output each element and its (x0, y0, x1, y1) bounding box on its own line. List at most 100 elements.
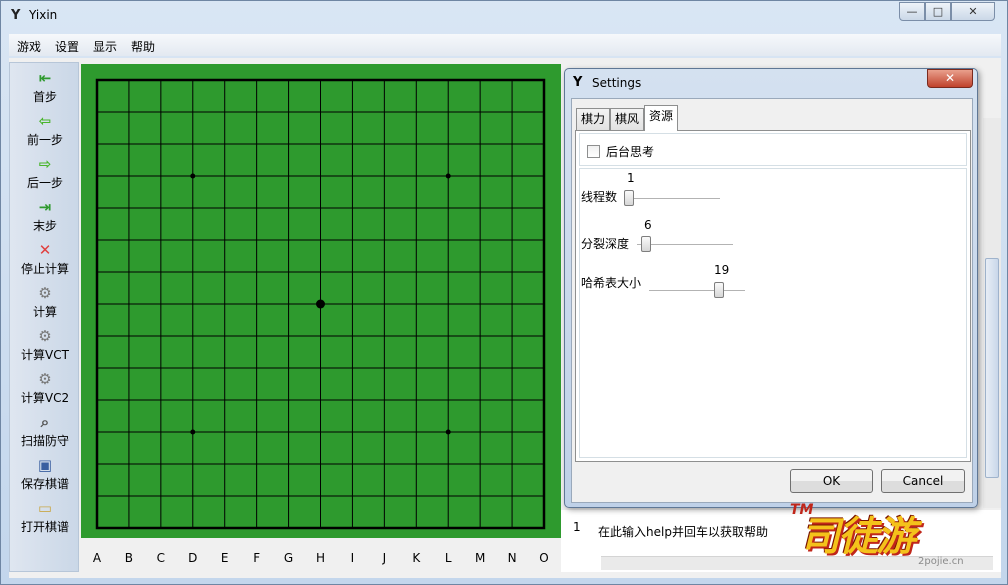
hash-size-slider-thumb[interactable] (713, 282, 724, 298)
gear-icon: ⚙ (38, 327, 52, 345)
toolbar-button-label: 首步 (32, 90, 57, 104)
toolbar-button-5[interactable]: ✕ 停止计算 (10, 239, 80, 281)
settings-close-button[interactable]: ✕ (927, 69, 973, 88)
background-thinking-label[interactable]: 后台思考 (606, 143, 654, 160)
watermark-site: 2pojie.cn (918, 556, 964, 567)
column-label-e: E (220, 551, 229, 565)
cancel-button[interactable]: Cancel (881, 469, 965, 493)
toolbar-button-6[interactable]: ⚙ 计算 (10, 282, 80, 324)
column-label-f: F (253, 551, 261, 565)
settings-body: 棋力 棋风 资源 后台思考 线程数 1 分裂深度 6 哈希表大小 19 OK C… (571, 98, 973, 503)
toolbar-button-10[interactable]: ▣ 保存棋谱 (10, 454, 80, 496)
left-toolbar: ⇤ 首步 ⇦ 前一步 ⇨ 后一步 ⇥ 末步 ✕ 停止计算 ⚙ 计算 ⚙ 计算VCT ⚙ 计算VC2 ⌕ 扫描防守 ▣… (9, 62, 79, 572)
column-label-c: C (156, 551, 166, 565)
threads-slider-thumb[interactable] (624, 190, 634, 206)
center-point (316, 299, 325, 309)
tab-strength[interactable]: 棋力 (576, 108, 611, 130)
title-bar[interactable]: Y Yixin — □ ✕ (1, 1, 1007, 31)
toolbar-button-2[interactable]: ⇦ 前一步 (10, 110, 80, 152)
toolbar-button-label: 末步 (32, 219, 57, 233)
star-point (445, 173, 451, 179)
stop-icon: ✕ (38, 241, 52, 259)
resources-tab-page: 后台思考 线程数 1 分裂深度 6 哈希表大小 19 (575, 130, 971, 462)
settings-title: Settings (592, 76, 642, 90)
tab-style[interactable]: 棋风 (610, 108, 645, 130)
magnifier-icon: ⌕ (40, 413, 50, 431)
threads-label: 线程数 (581, 190, 618, 204)
toolbar-button-label: 打开棋谱 (20, 520, 69, 534)
split-depth-label: 分裂深度 (581, 237, 630, 251)
settings-dialog: Y Settings ✕ 棋力 棋风 资源 后台思考 线程数 1 分裂深度 6 (564, 68, 978, 508)
tab-resources[interactable]: 资源 (644, 105, 679, 131)
settings-app-icon: Y (573, 75, 583, 90)
threads-slider-track[interactable] (624, 198, 720, 200)
column-label-g: G (283, 551, 294, 565)
console-input-hint[interactable]: 在此输入help并回车以获取帮助 (598, 523, 768, 540)
vertical-scrollbar[interactable] (983, 118, 1001, 508)
toolbar-button-label: 停止计算 (20, 262, 69, 276)
minimize-button[interactable]: — (899, 2, 925, 21)
toolbar-button-3[interactable]: ⇨ 后一步 (10, 153, 80, 195)
ok-button[interactable]: OK (790, 469, 873, 493)
toolbar-button-7[interactable]: ⚙ 计算VCT (10, 325, 80, 367)
toolbar-button-label: 扫描防守 (20, 434, 69, 448)
toolbar-button-label: 后一步 (26, 176, 63, 190)
watermark-logo: 司徒游 (800, 514, 916, 560)
column-label-m: M (474, 551, 486, 565)
maximize-button[interactable]: □ (925, 2, 951, 21)
column-label-l: L (444, 551, 452, 565)
next-step-icon: ⇨ (38, 155, 52, 173)
hash-size-value: 19 (714, 263, 730, 277)
threads-value: 1 (627, 171, 635, 185)
menu-display[interactable]: 显示 (93, 38, 117, 55)
app-icon: Y (11, 8, 21, 23)
board-grid[interactable] (81, 64, 561, 538)
column-labels: A B C D E F G H I J K L M N O (81, 551, 561, 567)
hash-size-slider-track[interactable] (649, 290, 745, 292)
menu-help[interactable]: 帮助 (131, 38, 155, 55)
column-label-h: H (315, 551, 326, 565)
toolbar-button-8[interactable]: ⚙ 计算VC2 (10, 368, 80, 410)
column-label-j: J (382, 551, 387, 565)
toolbar-button-label: 计算 (32, 305, 57, 319)
close-button[interactable]: ✕ (951, 2, 995, 21)
toolbar-button-11[interactable]: ▭ 打开棋谱 (10, 497, 80, 539)
column-label-a: A (92, 551, 102, 565)
column-label-k: K (412, 551, 421, 565)
split-depth-value: 6 (644, 218, 652, 232)
menu-game[interactable]: 游戏 (17, 38, 41, 55)
save-icon: ▣ (37, 456, 53, 474)
star-point (190, 429, 196, 435)
menu-bar: 游戏 设置 显示 帮助 (9, 34, 1001, 56)
gomoku-board[interactable] (81, 64, 561, 538)
column-label-d: D (188, 551, 198, 565)
first-step-icon: ⇤ (38, 69, 52, 87)
menu-settings[interactable]: 设置 (55, 38, 79, 55)
toolbar-button-label: 保存棋谱 (20, 477, 69, 491)
column-label-o: O (539, 551, 549, 565)
split-depth-slider-track[interactable] (637, 244, 733, 246)
toolbar-button-label: 计算VCT (21, 348, 69, 362)
site-watermark: TM 司徒游 2pojie.cn (790, 500, 990, 572)
gear-icon: ⚙ (38, 284, 52, 302)
scrollbar-thumb[interactable] (985, 258, 999, 478)
previous-step-icon: ⇦ (38, 112, 52, 130)
toolbar-button-label: 计算VC2 (20, 391, 70, 405)
hash-size-label: 哈希表大小 (581, 276, 642, 290)
open-folder-icon: ▭ (37, 499, 53, 517)
split-depth-slider-thumb[interactable] (641, 236, 652, 252)
column-label-n: N (507, 551, 517, 565)
toolbar-button-1[interactable]: ⇤ 首步 (10, 67, 80, 109)
resource-sliders-group: 线程数 1 分裂深度 6 哈希表大小 19 (579, 168, 967, 458)
gear-icon: ⚙ (38, 370, 52, 388)
last-step-icon: ⇥ (38, 198, 52, 216)
toolbar-button-4[interactable]: ⇥ 末步 (10, 196, 80, 238)
background-thinking-group: 后台思考 (579, 133, 967, 166)
background-thinking-checkbox[interactable] (587, 145, 600, 158)
toolbar-button-9[interactable]: ⌕ 扫描防守 (10, 411, 80, 453)
toolbar-button-label: 前一步 (26, 133, 63, 147)
star-point (190, 173, 196, 179)
window-title: Yixin (29, 8, 58, 22)
column-label-b: B (124, 551, 134, 565)
column-label-i: I (350, 551, 355, 565)
